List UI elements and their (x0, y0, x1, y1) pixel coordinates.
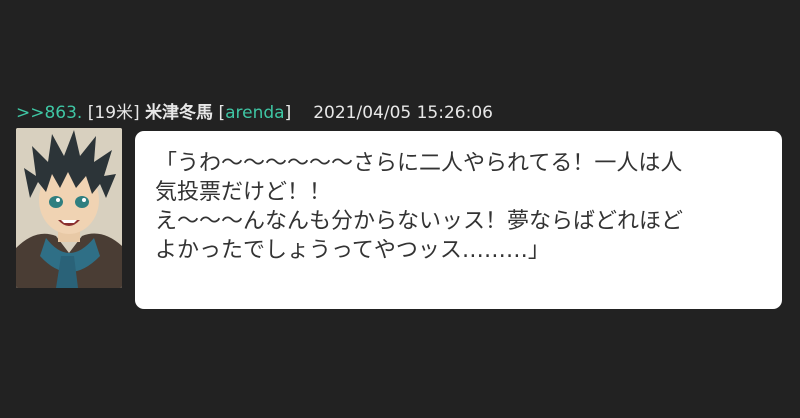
post-anchor-link[interactable]: >>863. (16, 103, 82, 123)
trip-bracket-close: ] (284, 103, 292, 123)
message-text: 「うわ〜〜〜〜〜〜さらに二人やられてる！一人は人 気投票だけど！！ え〜〜〜んな… (155, 149, 762, 265)
message-line: え〜〜〜んなんも分からないッス！夢ならばどれほど (155, 209, 684, 234)
character-portrait-icon (16, 128, 122, 288)
message-line: よかったでしょうってやつッス………」 (155, 238, 550, 263)
message-bubble: 「うわ〜〜〜〜〜〜さらに二人やられてる！一人は人 気投票だけど！！ え〜〜〜んな… (135, 131, 782, 309)
chat-post: >>863. [19米] 米津冬馬 [arenda] 2021/04/05 15:… (16, 100, 786, 312)
post-body: 「うわ〜〜〜〜〜〜さらに二人やられてる！一人は人 気投票だけど！！ え〜〜〜んな… (16, 128, 786, 312)
post-header: >>863. [19米] 米津冬馬 [arenda] 2021/04/05 15:… (16, 100, 786, 126)
message-line: 気投票だけど！！ (155, 180, 332, 205)
post-datetime: 2021/04/05 15:26:06 (313, 103, 493, 123)
post-count: [19米] (87, 103, 140, 123)
poster-trip[interactable]: arenda (225, 103, 284, 123)
avatar (16, 128, 122, 288)
message-line: 「うわ〜〜〜〜〜〜さらに二人やられてる！一人は人 (155, 151, 683, 176)
poster-name: 米津冬馬 (145, 103, 214, 123)
